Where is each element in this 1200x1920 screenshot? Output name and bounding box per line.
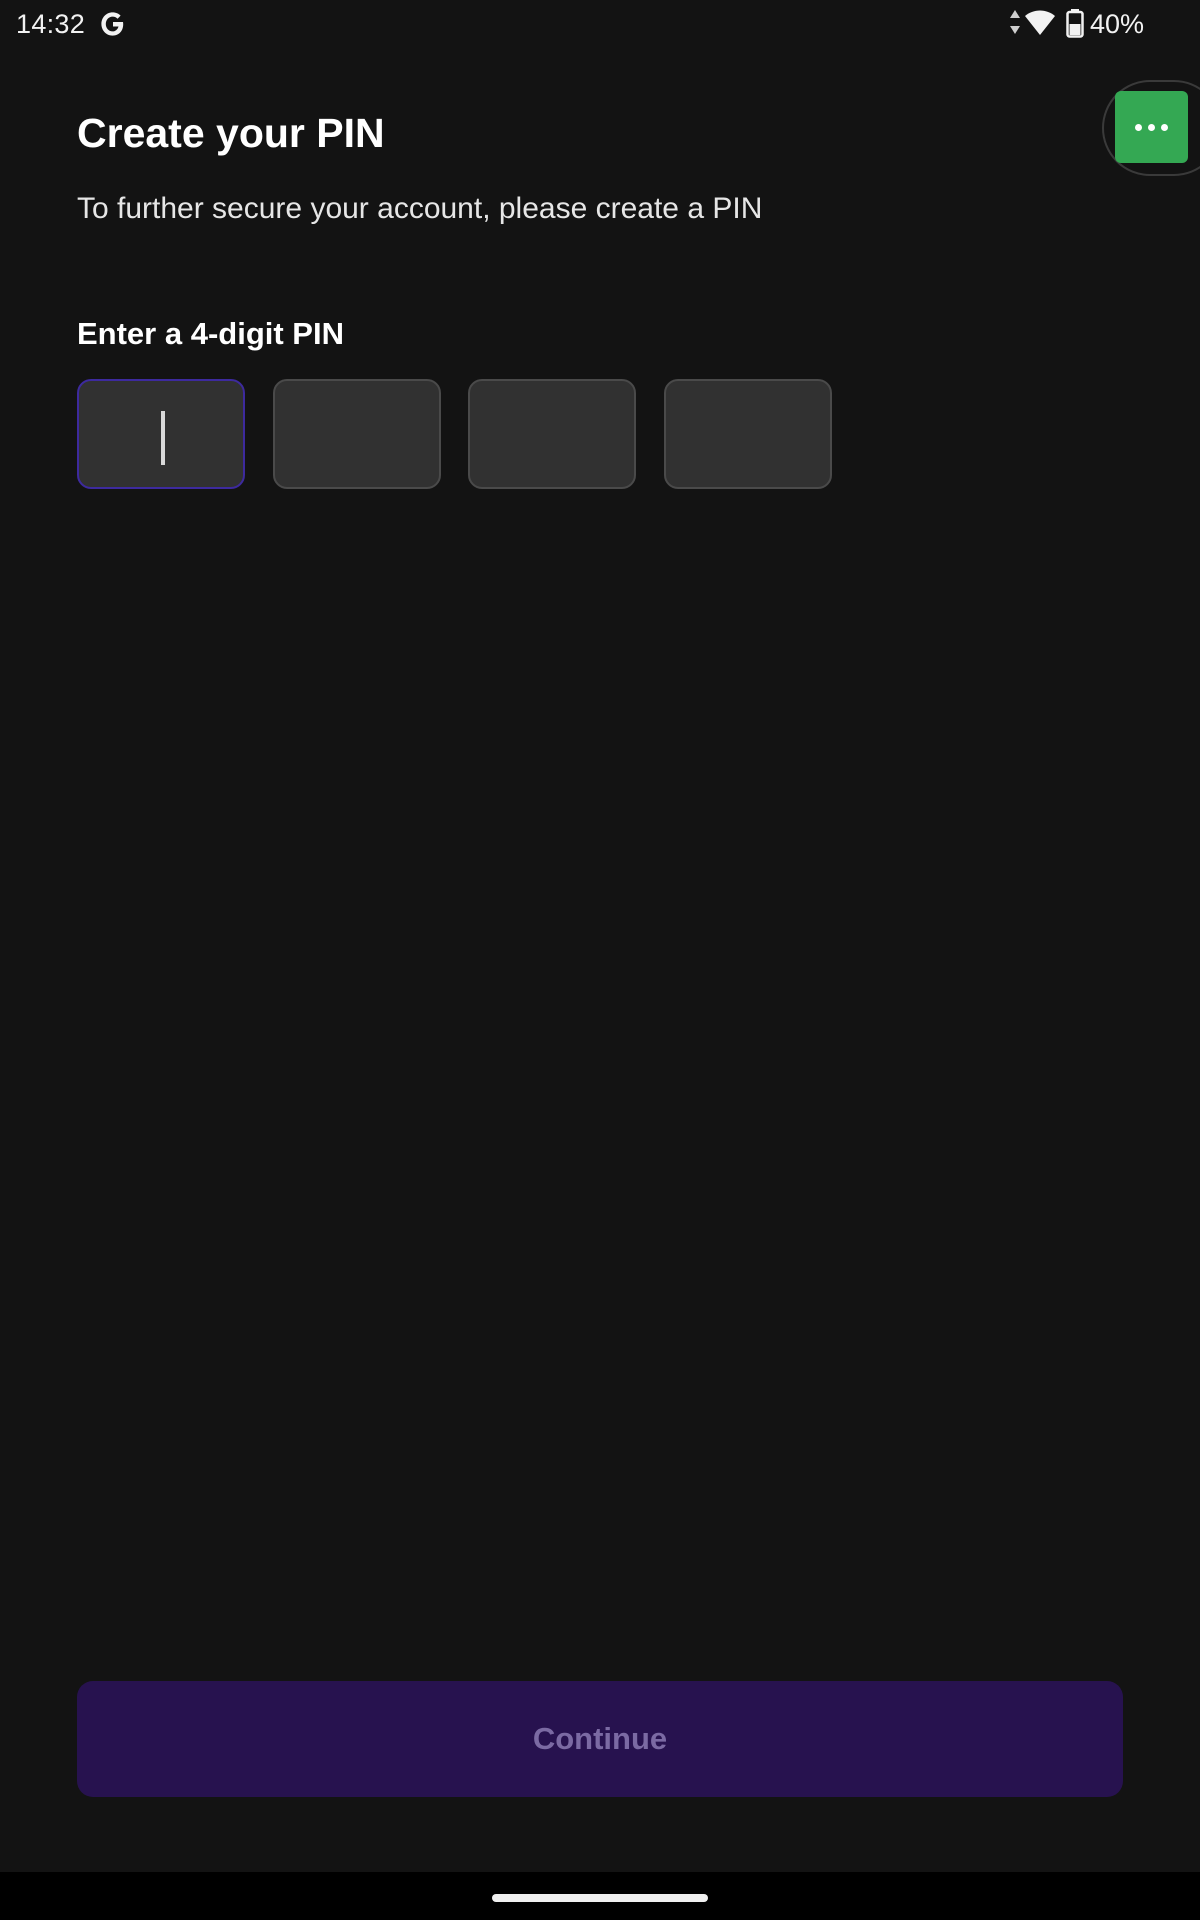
page-subtitle: To further secure your account, please c… [77,192,763,225]
pin-digit-2-input[interactable] [273,379,441,489]
google-g-icon [101,12,124,36]
more-options-button[interactable] [1115,91,1188,163]
navigation-bar [0,1872,1200,1920]
data-arrows-icon [1010,10,1020,34]
pin-digit-1-input[interactable] [77,379,245,489]
text-cursor [161,411,165,465]
pin-digit-3-input[interactable] [468,379,636,489]
battery-icon [1066,9,1084,38]
page-title: Create your PIN [77,110,385,156]
status-bar: 14:32 40% [0,0,1200,50]
pin-digit-4-input[interactable] [664,379,832,489]
continue-button[interactable]: Continue [77,1681,1123,1797]
status-time: 14:32 [16,9,86,39]
create-pin-screen: 14:32 40% Create your PIN To further sec… [0,0,1200,1920]
home-handle[interactable] [492,1894,708,1902]
battery-percent: 40% [1090,9,1145,39]
more-dots-icon [1161,123,1168,131]
more-dots-icon [1135,123,1142,131]
continue-button-label: Continue [532,1721,668,1756]
wifi-icon [1025,10,1055,35]
pin-label: Enter a 4-digit PIN [77,316,344,351]
more-dots-icon [1148,123,1155,131]
